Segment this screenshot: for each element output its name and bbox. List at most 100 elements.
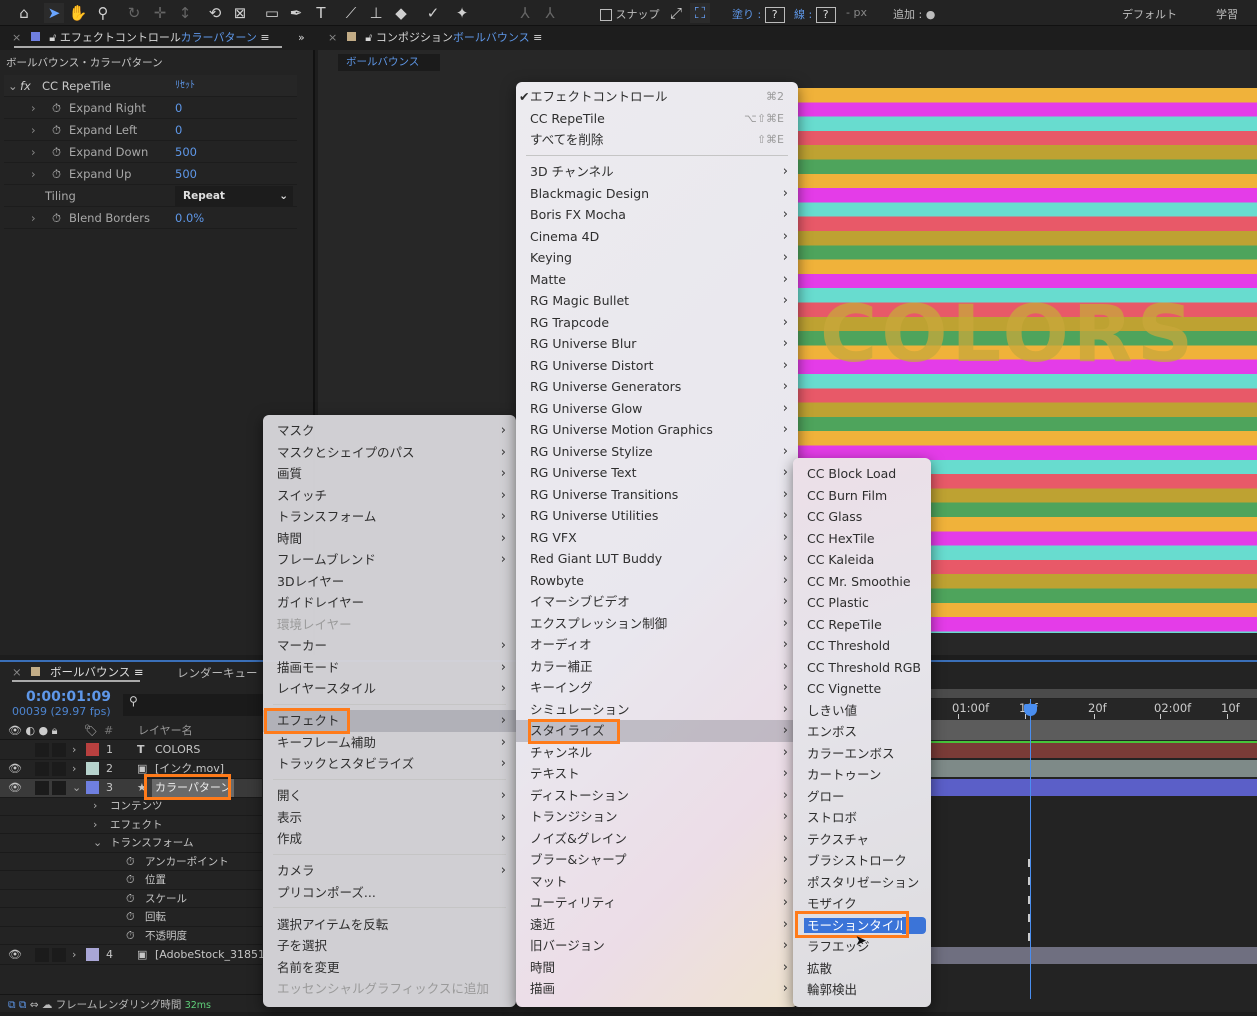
- lock-switch[interactable]: [52, 743, 66, 757]
- menu-item[interactable]: RG Universe Generators ›: [516, 376, 798, 398]
- param-value[interactable]: 500: [175, 163, 197, 185]
- solo-switch[interactable]: [35, 781, 49, 795]
- motion-blur-icon[interactable]: ☁: [42, 999, 53, 1011]
- property-row[interactable]: ⏱︎ 位置: [0, 871, 262, 890]
- fx-icon[interactable]: fx: [20, 75, 31, 97]
- menu-item[interactable]: マーカー ›: [263, 635, 516, 657]
- menu-item[interactable]: RG Universe Glow ›: [516, 398, 798, 420]
- disclosure-chevron-icon[interactable]: ›: [93, 816, 97, 834]
- menu-item[interactable]: CC Threshold RGB: [793, 657, 931, 679]
- axis-world-icon[interactable]: ⅄: [540, 3, 560, 23]
- rotate-icon[interactable]: ⟲: [205, 3, 225, 23]
- menu-item[interactable]: CC Plastic: [793, 592, 931, 614]
- menu-item[interactable]: ブラー&シャープ ›: [516, 849, 798, 871]
- menu-item[interactable]: スタイライズ ›: [516, 720, 798, 742]
- disclosure-chevron-icon[interactable]: ›: [93, 797, 97, 815]
- menu-item[interactable]: チャンネル ›: [516, 742, 798, 764]
- chevron-down-icon[interactable]: ⌄: [72, 779, 81, 797]
- snap-option-icon[interactable]: ⤢: [666, 3, 686, 23]
- layer-label-color[interactable]: [86, 743, 99, 756]
- chevron-right-icon[interactable]: ›: [72, 946, 76, 964]
- menu-item[interactable]: Rowbyte ›: [516, 570, 798, 592]
- menu-item[interactable]: ポスタリゼーション: [793, 872, 931, 894]
- stroke-width[interactable]: - px: [846, 6, 867, 19]
- menu-item[interactable]: CC Kaleida: [793, 549, 931, 571]
- menu-item[interactable]: モザイク: [793, 893, 931, 915]
- menu-item[interactable]: RG Universe Utilities ›: [516, 505, 798, 527]
- track-bar-layer-2[interactable]: [930, 760, 1257, 777]
- layer-label-color[interactable]: [86, 762, 99, 775]
- expand-chevron-icon[interactable]: ›: [31, 163, 36, 185]
- menu-item[interactable]: カラーエンボス: [793, 743, 931, 765]
- brush-icon[interactable]: ⟋: [341, 3, 361, 23]
- chevron-right-icon[interactable]: ›: [72, 741, 76, 759]
- menu-item[interactable]: 表示 ›: [263, 807, 516, 829]
- layer-name[interactable]: [AdobeStock_31851: [155, 946, 265, 964]
- work-area-bar[interactable]: [930, 689, 1257, 698]
- menu-item[interactable]: 開く ›: [263, 785, 516, 807]
- fill-control[interactable]: 塗り : ?: [732, 6, 785, 23]
- toggle-switches-icons[interactable]: ⧉ ⧉: [8, 999, 26, 1011]
- menu-item[interactable]: RG Universe Motion Graphics ›: [516, 419, 798, 441]
- menu-item[interactable]: CC Block Load: [793, 463, 931, 485]
- menu-item[interactable]: ディストーション ›: [516, 785, 798, 807]
- menu-item[interactable]: ガイドレイヤー: [263, 592, 516, 614]
- menu-item[interactable]: CC RepeTile: [793, 614, 931, 636]
- clone-stamp-icon[interactable]: ⊥: [366, 3, 386, 23]
- snap-checkbox[interactable]: [600, 9, 612, 21]
- menu-item[interactable]: 描画モード ›: [263, 657, 516, 679]
- close-icon[interactable]: ×: [12, 665, 22, 679]
- property-row[interactable]: ⌄ トランスフォーム: [0, 834, 262, 853]
- menu-item[interactable]: 作成 ›: [263, 828, 516, 850]
- roto-brush-icon[interactable]: ✓: [423, 3, 443, 23]
- menu-item[interactable]: トラックとスタビライズ ›: [263, 753, 516, 775]
- layer-search-input[interactable]: ⚲: [123, 694, 263, 716]
- menu-item[interactable]: すべてを削除 ⇧⌘E: [516, 129, 798, 151]
- tiling-dropdown[interactable]: Repeat ⌄: [175, 186, 293, 206]
- track-bar-layer-4[interactable]: [930, 947, 1257, 964]
- property-row[interactable]: ⏱︎ 回転: [0, 908, 262, 927]
- layer-label-color[interactable]: [86, 781, 99, 794]
- expand-chevron-icon[interactable]: ›: [31, 119, 36, 141]
- menu-item[interactable]: RG Magic Bullet ›: [516, 290, 798, 312]
- panel-menu-icon[interactable]: ≡: [533, 31, 542, 44]
- menu-item[interactable]: イマーシブビデオ ›: [516, 591, 798, 613]
- add-icon[interactable]: ●: [926, 8, 936, 21]
- menu-item[interactable]: オーディオ ›: [516, 634, 798, 656]
- track-bar-layer-1[interactable]: [930, 741, 1257, 758]
- stopwatch-icon[interactable]: ⏱︎: [126, 927, 135, 945]
- param-value[interactable]: 0: [175, 119, 182, 141]
- stopwatch-icon[interactable]: ⏱︎: [52, 141, 61, 163]
- layer-label-color[interactable]: [86, 948, 99, 961]
- menu-item[interactable]: 輪郭検出: [793, 979, 931, 1001]
- eraser-icon[interactable]: ◆: [391, 3, 411, 23]
- menu-item[interactable]: Red Giant LUT Buddy ›: [516, 548, 798, 570]
- workspace-default[interactable]: デフォルト: [1122, 6, 1177, 22]
- stopwatch-icon[interactable]: ⏱︎: [126, 853, 135, 871]
- expand-chevron-icon[interactable]: ›: [31, 97, 36, 119]
- menu-item[interactable]: CC HexTile: [793, 528, 931, 550]
- close-icon[interactable]: ×: [12, 31, 21, 44]
- snap-toggle[interactable]: スナップ: [600, 6, 660, 22]
- stopwatch-icon[interactable]: ⏱︎: [52, 119, 61, 141]
- menu-item[interactable]: 画質 ›: [263, 463, 516, 485]
- snap-target-icon[interactable]: ⛶: [690, 3, 710, 23]
- expand-chevron-icon[interactable]: ›: [31, 141, 36, 163]
- menu-item[interactable]: キーイング ›: [516, 677, 798, 699]
- menu-item[interactable]: エクスプレッション制御 ›: [516, 613, 798, 635]
- panel-menu-icon[interactable]: ≡: [134, 665, 144, 679]
- solo-switch[interactable]: [35, 762, 49, 776]
- layer-name[interactable]: カラーパターン: [152, 779, 235, 797]
- menu-item[interactable]: CC Vignette: [793, 678, 931, 700]
- layer-row[interactable]: 👁︎ › 4 ▣ [AdobeStock_31851: [0, 946, 265, 965]
- menu-item[interactable]: RG VFX ›: [516, 527, 798, 549]
- menu-item[interactable]: エフェクト ›: [263, 710, 516, 732]
- param-value[interactable]: 500: [175, 141, 197, 163]
- property-row[interactable]: › エフェクト: [0, 816, 262, 834]
- lock-switch[interactable]: [52, 762, 66, 776]
- frame-blend-icon[interactable]: ⇔: [30, 999, 39, 1011]
- timeline-tab[interactable]: × ボールバウンス ≡: [12, 664, 144, 680]
- menu-item[interactable]: キーフレーム補助 ›: [263, 732, 516, 754]
- menu-item[interactable]: 時間 ›: [516, 957, 798, 979]
- current-timecode[interactable]: 0:00:01:09: [26, 689, 111, 705]
